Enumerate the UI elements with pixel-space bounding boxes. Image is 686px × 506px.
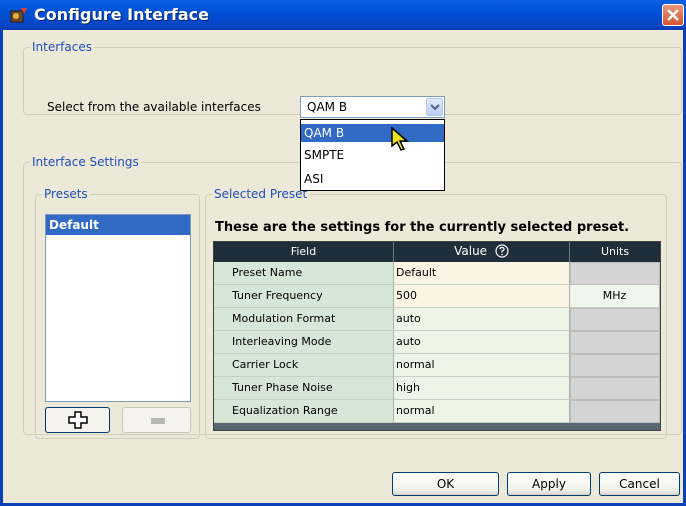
column-header-units: Units (570, 242, 660, 262)
presets-list[interactable]: Default (45, 214, 191, 402)
add-preset-button[interactable] (45, 407, 110, 433)
units-cell (570, 308, 660, 331)
table-row: Tuner Frequency 500 MHz (214, 285, 660, 308)
mouse-cursor-icon (391, 126, 410, 151)
interfaces-legend: Interfaces (32, 40, 92, 54)
dropdown-option[interactable]: ASI (301, 170, 444, 188)
column-header-field: Field (214, 242, 394, 262)
table-row: Equalization Range normal (214, 400, 660, 423)
presets-legend: Presets (44, 187, 88, 201)
table-row: Preset Name Default (214, 262, 660, 285)
table-row: Interleaving Mode auto (214, 331, 660, 354)
value-cell[interactable]: 500 (394, 285, 570, 308)
combobox-dropdown-button[interactable] (426, 98, 443, 116)
close-button[interactable] (662, 4, 684, 26)
cancel-button[interactable]: Cancel (599, 472, 680, 496)
app-icon (10, 8, 27, 23)
units-cell (570, 400, 660, 423)
units-cell: MHz (570, 285, 660, 308)
value-cell[interactable]: auto (394, 331, 570, 354)
preset-list-item[interactable]: Default (46, 215, 190, 235)
close-icon (667, 9, 679, 21)
field-cell: Preset Name (214, 262, 394, 285)
chevron-down-icon (430, 104, 440, 111)
value-cell[interactable]: normal (394, 354, 570, 377)
selected-preset-heading: These are the settings for the currently… (215, 220, 630, 235)
value-cell[interactable]: Default (394, 262, 570, 285)
interface-select-label: Select from the available interfaces (47, 100, 261, 114)
field-cell: Equalization Range (214, 400, 394, 423)
interface-dropdown-list: QAM B SMPTE ASI (300, 119, 445, 191)
selected-preset-legend: Selected Preset (214, 187, 308, 201)
minus-icon (151, 418, 165, 424)
value-cell[interactable]: high (394, 377, 570, 400)
units-cell (570, 354, 660, 377)
units-cell (570, 331, 660, 354)
value-cell[interactable]: auto (394, 308, 570, 331)
interface-combobox[interactable]: QAM B (300, 96, 445, 118)
table-row: Carrier Lock normal (214, 354, 660, 377)
units-cell (570, 262, 660, 285)
table-row: Modulation Format auto (214, 308, 660, 331)
apply-button[interactable]: Apply (507, 472, 591, 496)
field-cell: Tuner Phase Noise (214, 377, 394, 400)
field-cell: Carrier Lock (214, 354, 394, 377)
plus-icon (68, 411, 88, 429)
value-cell[interactable]: normal (394, 400, 570, 423)
column-header-value-label: Value (454, 244, 488, 258)
help-icon[interactable] (495, 244, 509, 258)
field-cell: Tuner Frequency (214, 285, 394, 308)
title-bar: Configure Interface (0, 0, 686, 30)
settings-table: Field Value Units Preset Name Default Tu… (213, 241, 661, 431)
window-title: Configure Interface (34, 5, 209, 24)
field-cell: Modulation Format (214, 308, 394, 331)
interface-combobox-value: QAM B (307, 100, 348, 114)
remove-preset-button[interactable] (122, 407, 191, 433)
ok-button[interactable]: OK (392, 472, 499, 496)
dropdown-option[interactable]: QAM B (301, 124, 444, 142)
dropdown-option[interactable]: SMPTE (301, 146, 444, 164)
interface-settings-legend: Interface Settings (32, 155, 139, 169)
field-cell: Interleaving Mode (214, 331, 394, 354)
units-cell (570, 377, 660, 400)
table-row: Tuner Phase Noise high (214, 377, 660, 400)
column-header-value: Value (394, 242, 570, 262)
